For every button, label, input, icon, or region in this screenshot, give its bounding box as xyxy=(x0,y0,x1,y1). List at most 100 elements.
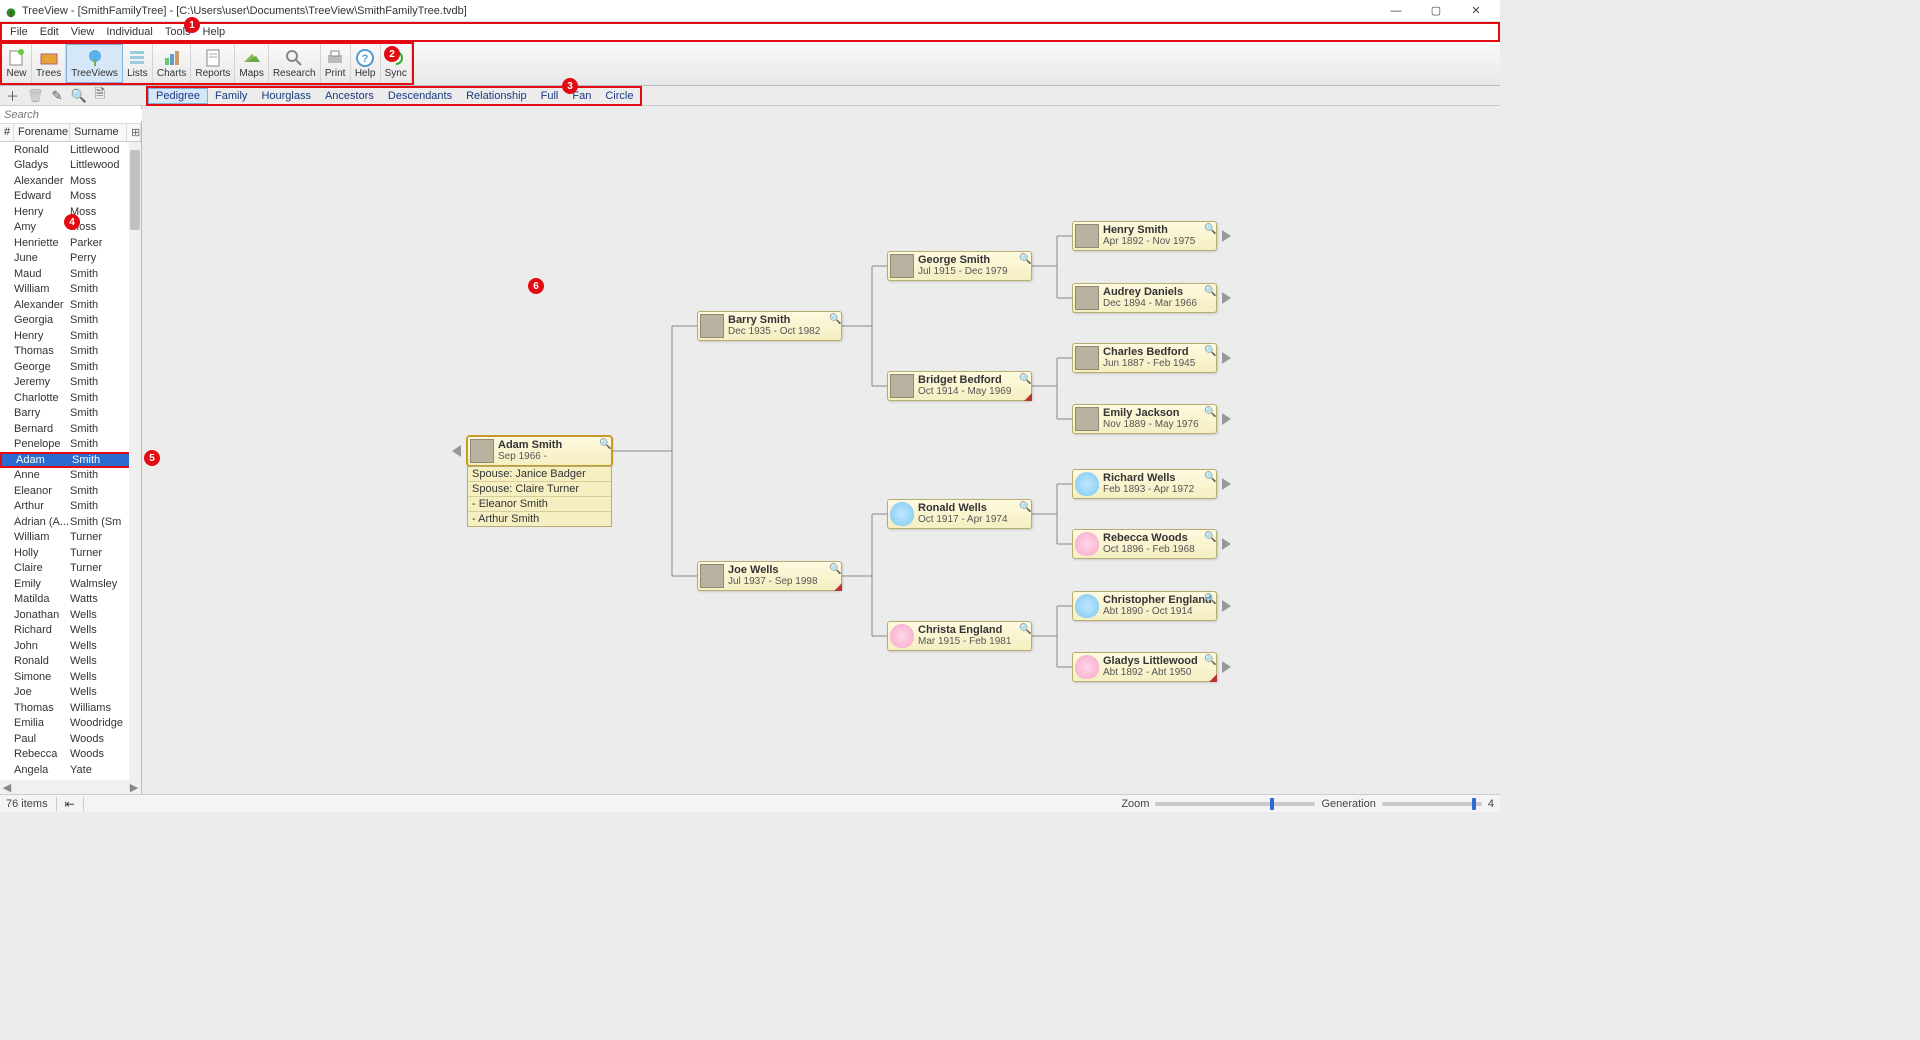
magnify-icon[interactable]: 🔍 xyxy=(829,564,839,574)
node-christa-england[interactable]: Christa EnglandMar 1915 - Feb 1981 🔍 xyxy=(887,621,1032,651)
toolbar-help[interactable]: ?Help xyxy=(351,44,381,83)
toolbar-trees[interactable]: Trees xyxy=(32,44,66,83)
find-icon[interactable]: 🔍 xyxy=(70,88,86,104)
list-item[interactable]: GeorgiaSmith xyxy=(0,313,141,329)
edit-icon[interactable]: ✎ xyxy=(52,88,63,104)
menu-file[interactable]: File xyxy=(4,25,34,39)
col-surname[interactable]: Surname xyxy=(70,124,127,141)
tab-full[interactable]: Full xyxy=(534,89,566,103)
magnify-icon[interactable]: 🔍 xyxy=(1204,472,1214,482)
list-item[interactable]: ClaireTurner xyxy=(0,561,141,577)
list-item[interactable]: EleanorSmith xyxy=(0,483,141,499)
magnify-icon[interactable]: 🔍 xyxy=(1019,254,1029,264)
list-item[interactable]: EmilyWalmsley xyxy=(0,576,141,592)
toolbar-reports[interactable]: Reports xyxy=(191,44,235,83)
tab-hourglass[interactable]: Hourglass xyxy=(254,89,318,103)
magnify-icon[interactable]: 🔍 xyxy=(1204,594,1214,604)
list-item[interactable]: ArthurSmith xyxy=(0,499,141,515)
node-christopher-england[interactable]: Christopher EnglandAbt 1890 - Oct 1914🔍 xyxy=(1072,591,1217,621)
list-item[interactable]: EmiliaWoodridge xyxy=(0,716,141,732)
list-item[interactable]: PaulWoods xyxy=(0,731,141,747)
tab-relationship[interactable]: Relationship xyxy=(459,89,534,103)
minimize-button[interactable]: — xyxy=(1376,0,1416,22)
list-item[interactable]: AngelaYate xyxy=(0,762,141,778)
list-item[interactable]: MaudSmith xyxy=(0,266,141,282)
magnify-icon[interactable]: 🔍 xyxy=(1204,407,1214,417)
menu-view[interactable]: View xyxy=(65,25,101,39)
person-list[interactable]: RonaldLittlewoodGladysLittlewoodAlexande… xyxy=(0,142,141,780)
node-adam-smith[interactable]: Adam Smith Sep 1966 - 🔍 xyxy=(467,436,612,466)
list-item[interactable]: MatildaWatts xyxy=(0,592,141,608)
node-rebecca-woods[interactable]: Rebecca WoodsOct 1896 - Feb 1968🔍 xyxy=(1072,529,1217,559)
list-item[interactable]: JoeWells xyxy=(0,685,141,701)
list-item[interactable]: SimoneWells xyxy=(0,669,141,685)
list-item[interactable]: RichardWells xyxy=(0,623,141,639)
node-richard-wells[interactable]: Richard WellsFeb 1893 - Apr 1972🔍 xyxy=(1072,469,1217,499)
list-item[interactable]: WilliamSmith xyxy=(0,282,141,298)
node-henry-smith[interactable]: Henry SmithApr 1892 - Nov 1975🔍 xyxy=(1072,221,1217,251)
zoom-slider[interactable] xyxy=(1155,802,1315,806)
expand-right-arrow[interactable] xyxy=(1222,352,1231,364)
toolbar-print[interactable]: Print xyxy=(321,44,351,83)
menu-edit[interactable]: Edit xyxy=(34,25,65,39)
list-item[interactable]: AnneSmith xyxy=(0,468,141,484)
list-item[interactable]: JunePerry xyxy=(0,251,141,267)
list-item[interactable]: HenrySmith xyxy=(0,328,141,344)
list-item[interactable]: RonaldLittlewood xyxy=(0,142,141,158)
magnify-icon[interactable]: 🔍 xyxy=(1204,346,1214,356)
list-item[interactable]: HollyTurner xyxy=(0,545,141,561)
expand-left-arrow[interactable] xyxy=(452,445,461,457)
toolbar-research[interactable]: Research xyxy=(269,44,321,83)
node-joe-wells[interactable]: Joe WellsJul 1937 - Sep 1998 🔍 xyxy=(697,561,842,591)
expand-right-arrow[interactable] xyxy=(1222,661,1231,673)
node-charles-bedford[interactable]: Charles BedfordJun 1887 - Feb 1945🔍 xyxy=(1072,343,1217,373)
list-item[interactable]: AlexanderSmith xyxy=(0,297,141,313)
list-item[interactable]: AdamSmith xyxy=(0,452,141,468)
list-item[interactable]: JohnWells xyxy=(0,638,141,654)
list-item[interactable]: ThomasWilliams xyxy=(0,700,141,716)
list-item[interactable]: JonathanWells xyxy=(0,607,141,623)
generation-slider[interactable] xyxy=(1382,802,1482,806)
magnify-icon[interactable]: 🔍 xyxy=(1204,655,1214,665)
search-input[interactable] xyxy=(4,109,147,121)
list-item[interactable]: BarrySmith xyxy=(0,406,141,422)
details-icon[interactable]: 🗎 xyxy=(95,85,105,107)
toolbar-new[interactable]: New xyxy=(2,44,32,83)
list-item[interactable]: GeorgeSmith xyxy=(0,359,141,375)
list-item[interactable]: BernardSmith xyxy=(0,421,141,437)
magnify-icon[interactable]: 🔍 xyxy=(1204,286,1214,296)
magnify-icon[interactable]: 🔍 xyxy=(1019,374,1029,384)
expand-right-arrow[interactable] xyxy=(1222,413,1231,425)
magnify-icon[interactable]: 🔍 xyxy=(1019,624,1029,634)
expand-right-arrow[interactable] xyxy=(1222,538,1231,550)
menu-individual[interactable]: Individual xyxy=(100,25,158,39)
toolbar-maps[interactable]: Maps xyxy=(235,44,268,83)
delete-icon[interactable]: 🗑 xyxy=(27,88,44,104)
node-details[interactable]: Spouse: Janice Badger Spouse: Claire Tur… xyxy=(467,466,612,527)
magnify-icon[interactable]: 🔍 xyxy=(599,439,609,449)
node-audrey-daniels[interactable]: Audrey DanielsDec 1894 - Mar 1966🔍 xyxy=(1072,283,1217,313)
vertical-scrollbar[interactable] xyxy=(129,142,141,780)
horizontal-scrollbar[interactable]: ◀▶ xyxy=(0,780,141,794)
list-item[interactable]: RonaldWells xyxy=(0,654,141,670)
list-item[interactable]: EdwardMoss xyxy=(0,189,141,205)
node-bridget-bedford[interactable]: Bridget BedfordOct 1914 - May 1969 🔍 xyxy=(887,371,1032,401)
magnify-icon[interactable]: 🔍 xyxy=(1204,224,1214,234)
magnify-icon[interactable]: 🔍 xyxy=(1019,502,1029,512)
list-item[interactable]: Adrian (A...Smith (Sm xyxy=(0,514,141,530)
expand-right-arrow[interactable] xyxy=(1222,600,1231,612)
expand-right-arrow[interactable] xyxy=(1222,292,1231,304)
node-emily-jackson[interactable]: Emily JacksonNov 1889 - May 1976🔍 xyxy=(1072,404,1217,434)
list-item[interactable]: ThomasSmith xyxy=(0,344,141,360)
maximize-button[interactable]: ▢ xyxy=(1416,0,1456,22)
add-icon[interactable]: ＋ xyxy=(6,86,19,105)
toolbar-charts[interactable]: Charts xyxy=(153,44,191,83)
node-gladys-littlewood[interactable]: Gladys LittlewoodAbt 1892 - Abt 1950🔍 xyxy=(1072,652,1217,682)
pedigree-canvas[interactable]: Adam Smith Sep 1966 - 🔍 Spouse: Janice B… xyxy=(142,106,1500,794)
tab-ancestors[interactable]: Ancestors xyxy=(318,89,381,103)
magnify-icon[interactable]: 🔍 xyxy=(829,314,839,324)
list-item[interactable]: CharlotteSmith xyxy=(0,390,141,406)
list-item[interactable]: RebeccaWoods xyxy=(0,747,141,763)
tab-family[interactable]: Family xyxy=(208,89,254,103)
expand-right-arrow[interactable] xyxy=(1222,230,1231,242)
